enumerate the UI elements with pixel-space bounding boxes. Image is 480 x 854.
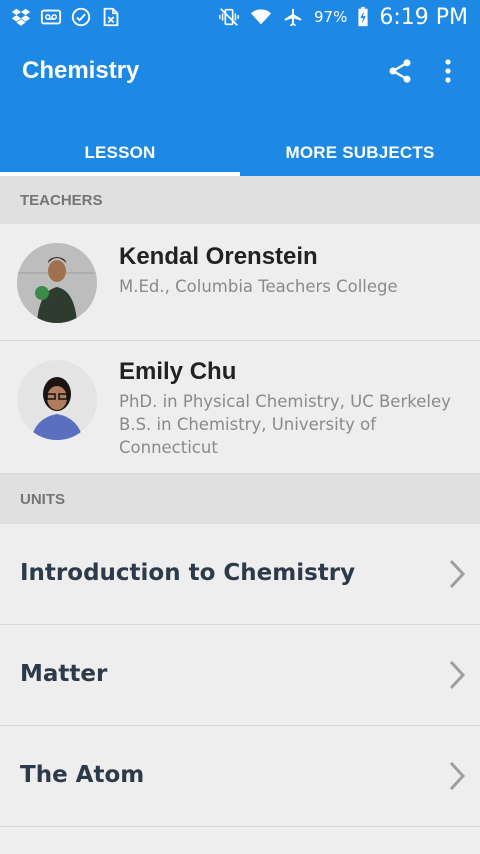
check-circle-icon [70,6,92,28]
vibrate-mute-icon [218,6,240,28]
clock: 6:19 PM [379,4,468,30]
share-icon [389,59,411,83]
chevron-right-icon [449,559,466,589]
teacher-avatar [17,243,97,323]
status-bar-left [10,4,122,30]
teacher-name: Kendal Orenstein [119,243,318,270]
teacher-credential-line: B.S. in Chemistry, University of Connect… [119,415,377,457]
teacher-credential-line: PhD. in Physical Chemistry, UC Berkeley [119,392,451,411]
app-bar: Chemistry LESSON MORE SUBJECTS [0,33,480,176]
unit-label: Introduction to Chemistry [20,560,356,586]
airplane-icon [282,6,304,28]
unit-label: The Atom [20,762,145,788]
unit-item-the-atom[interactable]: The Atom [0,726,480,827]
more-vert-icon [445,59,451,83]
unit-label: Matter [20,661,108,687]
teacher-name: Emily Chu [119,358,237,385]
more-options-button[interactable] [436,55,460,87]
battery-percent: 97% [314,8,348,26]
teacher-item-emily-chu[interactable]: Emily Chu PhD. in Physical Chemistry, UC… [0,341,480,474]
teacher-credential-line: M.Ed., Columbia Teachers College [119,277,398,296]
unit-item-matter[interactable]: Matter [0,625,480,726]
tab-bar: LESSON MORE SUBJECTS [0,129,480,176]
unit-item-introduction-to-chemistry[interactable]: Introduction to Chemistry [0,524,480,625]
battery-charging-icon [357,6,369,28]
wifi-icon [250,6,272,28]
units-section-header: UNITS [0,474,480,524]
file-icon [100,6,122,28]
tab-more-subjects[interactable]: MORE SUBJECTS [240,129,480,176]
teacher-credentials: PhD. in Physical Chemistry, UC Berkeley … [119,390,459,459]
teacher-avatar [17,360,97,440]
teacher-credentials: M.Ed., Columbia Teachers College [119,275,459,298]
dropbox-icon [10,6,32,28]
tab-lesson[interactable]: LESSON [0,129,240,176]
teachers-section-header: TEACHERS [0,176,480,224]
chevron-right-icon [449,761,466,791]
status-bar-right: 97% 6:19 PM [218,4,468,30]
chevron-right-icon [449,660,466,690]
voicemail-icon [40,6,62,28]
share-button[interactable] [384,55,416,87]
status-bar: 97% 6:19 PM [0,0,480,33]
teacher-item-kendal-orenstein[interactable]: Kendal Orenstein M.Ed., Columbia Teacher… [0,224,480,341]
page-title: Chemistry [22,57,140,84]
